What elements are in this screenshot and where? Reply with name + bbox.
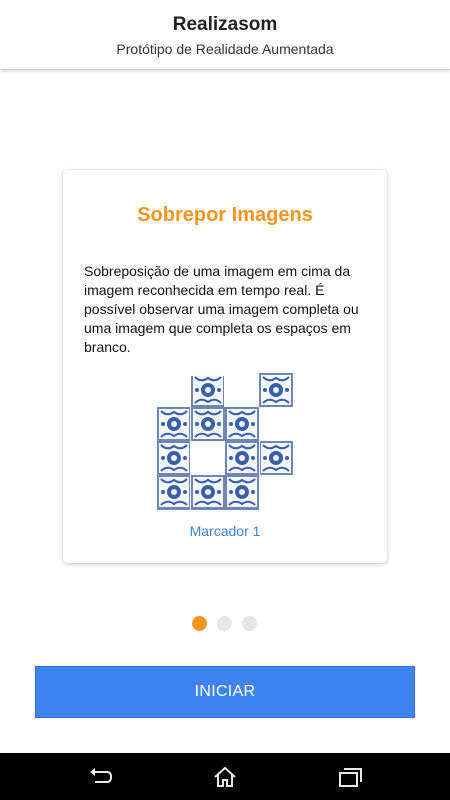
page-dot-3[interactable] bbox=[242, 616, 257, 631]
start-button[interactable]: INICIAR bbox=[35, 666, 415, 718]
page-dot-1-active[interactable] bbox=[192, 616, 207, 631]
marker-label[interactable]: Marcador 1 bbox=[63, 523, 387, 539]
system-navigation-bar bbox=[0, 753, 450, 800]
home-icon[interactable] bbox=[212, 766, 238, 788]
feature-card[interactable]: Sobrepor Imagens Sobreposição de uma ima… bbox=[63, 170, 387, 563]
app-title: Realizasom bbox=[172, 14, 278, 35]
app-subtitle: Protótipo de Realidade Aumentada bbox=[116, 41, 334, 57]
page-indicator bbox=[192, 616, 262, 632]
recent-apps-icon[interactable] bbox=[337, 766, 363, 788]
back-icon[interactable] bbox=[87, 766, 113, 788]
card-title: Sobrepor Imagens bbox=[137, 204, 313, 226]
card-description: Sobreposição de uma imagem em cima da im… bbox=[84, 263, 359, 355]
page-dot-2[interactable] bbox=[217, 616, 232, 631]
app-header: Realizasom Protótipo de Realidade Aument… bbox=[0, 0, 450, 70]
marker-image bbox=[157, 373, 293, 510]
